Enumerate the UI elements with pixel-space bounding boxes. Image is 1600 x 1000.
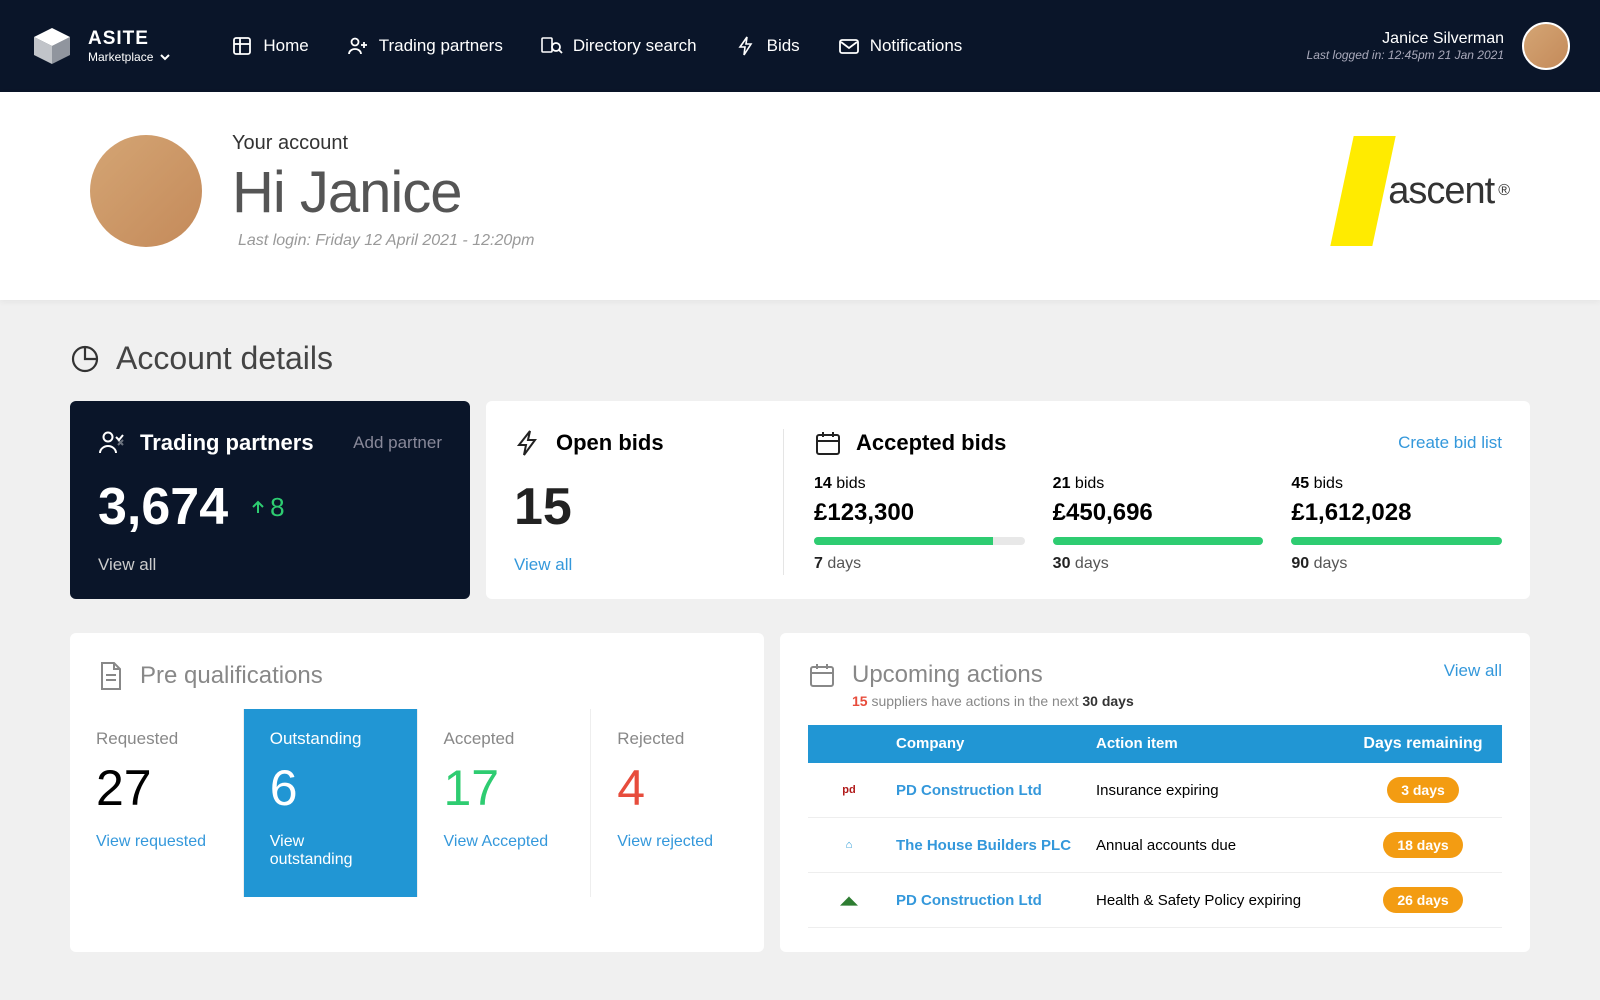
partners-icon [98,429,126,457]
search-icon [541,35,563,57]
section-header: Account details [70,340,1530,377]
user-name: Janice Silverman [1307,30,1504,48]
accepted-bids-title: Accepted bids [856,430,1006,456]
hero-greeting: Hi Janice [232,159,534,226]
section-title: Account details [116,340,333,377]
create-bid-list-link[interactable]: Create bid list [1398,433,1502,453]
ua-row[interactable]: ◢◣PD Construction LtdHealth & Safety Pol… [808,873,1502,928]
user-last-login: Last logged in: 12:45pm 21 Jan 2021 [1307,48,1504,62]
ua-row[interactable]: ⌂The House Builders PLCAnnual accounts d… [808,818,1502,873]
topbar: ASITE Marketplace Home Trading partners … [0,0,1600,92]
nav-directory-search[interactable]: Directory search [541,35,697,57]
ua-viewall-link[interactable]: View all [1444,661,1502,681]
bid-period: 21 bids£450,69630 days [1053,475,1264,573]
add-partner-link[interactable]: Add partner [353,433,442,453]
ua-title: Upcoming actions [852,661,1428,689]
open-bids-viewall-link[interactable]: View all [514,555,572,575]
avatar[interactable] [1522,22,1570,70]
bolt-icon [514,429,542,457]
card-title: Trading partners [140,430,314,456]
main-nav: Home Trading partners Directory search B… [231,35,962,57]
bolt-icon [735,35,757,57]
ua-table-header: Company Action item Days remaining [808,725,1502,763]
ascent-bolt-icon [1331,136,1396,246]
pie-icon [70,344,100,374]
partners-delta: 8 [250,492,284,523]
brand-logo-icon [30,24,74,68]
bid-period: 45 bids£1,612,02890 days [1291,475,1502,573]
pq-cell[interactable]: Requested27View requested [70,709,244,897]
hero-last-login: Last login: Friday 12 April 2021 - 12:20… [238,232,534,250]
pq-title: Pre qualifications [140,662,323,690]
bid-period: 14 bids£123,3007 days [814,475,1025,573]
ua-row[interactable]: pdPD Construction LtdInsurance expiring3… [808,763,1502,818]
mail-icon [838,35,860,57]
partners-count: 3,674 8 [98,477,442,537]
pq-cell[interactable]: Rejected4View rejected [591,709,764,897]
nav-bids[interactable]: Bids [735,35,800,57]
calendar-icon [814,429,842,457]
pq-cell[interactable]: Accepted17View Accepted [418,709,592,897]
avatar-large [90,135,202,247]
open-bids-count: 15 [514,477,763,537]
hero: Your account Hi Janice Last login: Frida… [0,92,1600,300]
bids-card: Open bids 15 View all Accepted bids Crea… [486,401,1530,599]
partners-viewall-link[interactable]: View all [98,555,156,575]
partner-brand-logo: ascent® [1342,136,1510,246]
pre-qualifications-card: Pre qualifications Requested27View reque… [70,633,764,952]
document-icon [98,661,124,691]
nav-home[interactable]: Home [231,35,308,57]
pq-cell[interactable]: Outstanding6View outstanding [244,709,418,897]
home-icon [231,35,253,57]
nav-trading-partners[interactable]: Trading partners [347,35,503,57]
open-bids-title: Open bids [556,430,664,456]
ua-subtitle: 15 suppliers have actions in the next 30… [852,693,1428,709]
brand-sub: Marketplace [88,50,171,64]
partners-icon [347,35,369,57]
chevron-down-icon [159,51,171,63]
nav-notifications[interactable]: Notifications [838,35,963,57]
brand-name: ASITE [88,28,171,50]
arrow-up-icon [250,499,266,515]
user-meta: Janice Silverman Last logged in: 12:45pm… [1307,30,1504,62]
trading-partners-card: Trading partners Add partner 3,674 8 Vie… [70,401,470,599]
brand-block[interactable]: ASITE Marketplace [30,24,171,68]
upcoming-actions-card: Upcoming actions 15 suppliers have actio… [780,633,1530,952]
hero-eyebrow: Your account [232,132,534,155]
calendar-icon [808,661,836,689]
